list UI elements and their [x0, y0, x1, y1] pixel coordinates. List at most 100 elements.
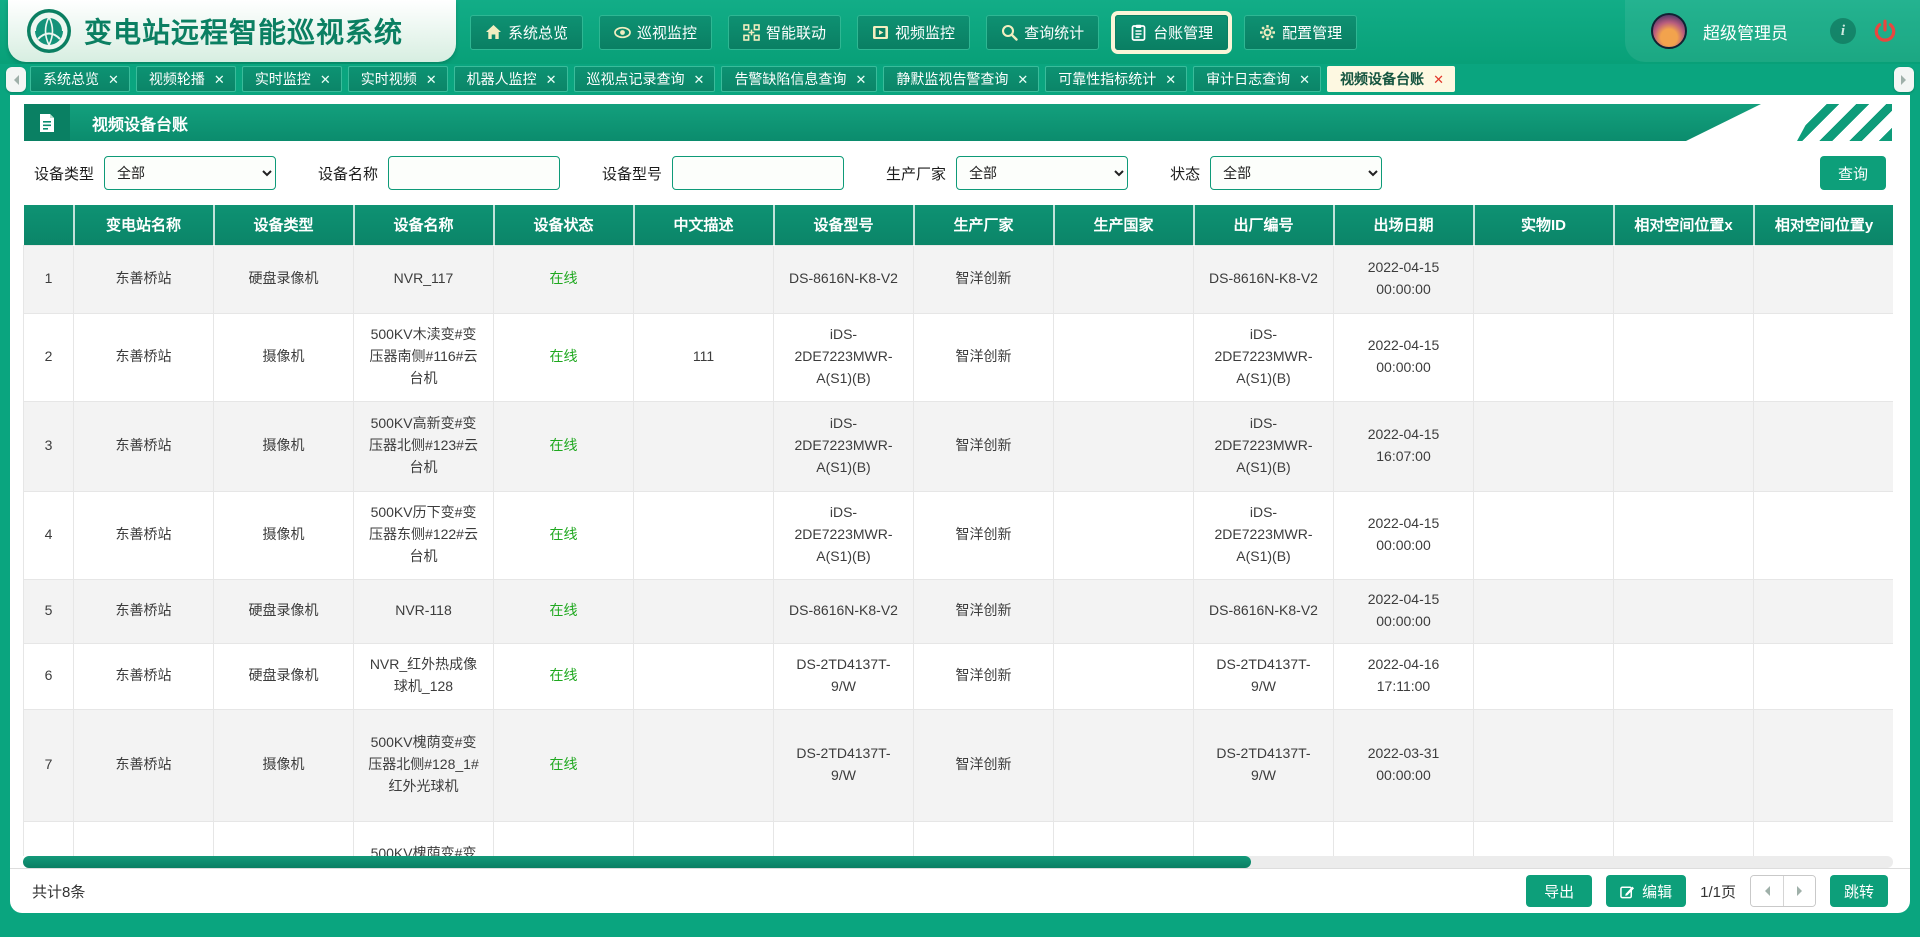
- tab-close-icon[interactable]: ✕: [855, 73, 866, 86]
- cell-x: [1614, 579, 1754, 643]
- col-header: 出厂编号: [1194, 205, 1334, 245]
- tab-label: 巡视点记录查询: [587, 69, 685, 89]
- tab-close-icon[interactable]: ✕: [1165, 73, 1176, 86]
- cell-y: [1754, 821, 1894, 856]
- tab-机器人监控[interactable]: 机器人监控✕: [454, 66, 568, 92]
- cell-y: [1754, 643, 1894, 709]
- table-row[interactable]: 1东善桥站硬盘录像机NVR_117在线DS-8616N-K8-V2智洋创新DS-…: [24, 245, 1894, 313]
- info-icon[interactable]: i: [1830, 18, 1856, 44]
- tab-告警缺陷信息查询[interactable]: 告警缺陷信息查询✕: [721, 66, 877, 92]
- col-header: 出场日期: [1334, 205, 1474, 245]
- device-name-input[interactable]: [388, 156, 560, 190]
- cell-desc: [634, 643, 774, 709]
- cell-date: 2022-04-15 00:00:00: [1334, 245, 1474, 313]
- edit-button[interactable]: 编辑: [1606, 875, 1686, 907]
- cell-model: DS-2TD4137T-9/W: [774, 643, 914, 709]
- tab-系统总览[interactable]: 系统总览✕: [30, 66, 130, 92]
- manufacturer-select[interactable]: 全部: [956, 156, 1128, 190]
- tab-close-icon[interactable]: ✕: [108, 73, 119, 86]
- cell-model: iDS-2DE7223MWR-A(S1)(B): [774, 491, 914, 579]
- cell-y: [1754, 709, 1894, 821]
- cell-serial: DS-2TD4137T-9/W: [1194, 643, 1334, 709]
- tab-视频轮播[interactable]: 视频轮播✕: [136, 66, 236, 92]
- horizontal-scrollbar-thumb[interactable]: [23, 856, 1251, 868]
- device-model-input[interactable]: [672, 156, 844, 190]
- cell-x: [1614, 709, 1754, 821]
- cell-x: [1614, 313, 1754, 401]
- export-button[interactable]: 导出: [1526, 875, 1592, 907]
- user-avatar[interactable]: [1651, 13, 1687, 49]
- cell-name: NVR_117: [354, 245, 494, 313]
- prev-page-icon[interactable]: [1751, 876, 1783, 906]
- cell-date: 2022-04-15 00:00:00: [1334, 313, 1474, 401]
- tab-静默监视告警查询[interactable]: 静默监视告警查询 ✕: [883, 66, 1039, 92]
- tabs-scroll-left-icon[interactable]: [6, 67, 26, 92]
- tab-label: 实时视频: [361, 69, 417, 89]
- tab-巡视点记录查询[interactable]: 巡视点记录查询 ✕: [574, 66, 716, 92]
- nav-查询统计[interactable]: 查询统计: [986, 15, 1099, 50]
- table-row[interactable]: 2东善桥站摄像机500KV木渎变#变压器南侧#116#云台机在线111iDS-2…: [24, 313, 1894, 401]
- logout-power-icon[interactable]: [1872, 18, 1898, 44]
- tab-视频设备台账[interactable]: 视频设备台账✕: [1327, 66, 1455, 92]
- table-row[interactable]: 5东善桥站硬盘录像机NVR-118在线DS-8616N-K8-V2智洋创新DS-…: [24, 579, 1894, 643]
- nav-视频监控[interactable]: 视频监控: [857, 15, 970, 50]
- tab-close-icon[interactable]: ✕: [320, 73, 331, 86]
- tab-审计日志查询[interactable]: 审计日志查询✕: [1193, 66, 1321, 92]
- tab-close-icon[interactable]: ✕: [214, 73, 225, 86]
- cell-country: [1054, 491, 1194, 579]
- table-row[interactable]: 6东善桥站硬盘录像机NVR_红外热成像球机_128在线DS-2TD4137T-9…: [24, 643, 1894, 709]
- manufacturer-label: 生产厂家: [886, 163, 946, 184]
- tab-close-icon[interactable]: ✕: [1433, 73, 1444, 86]
- cell-serial: iDS-2DE7223MWR-A(S1)(B): [1194, 313, 1334, 401]
- table-row[interactable]: 4东善桥站摄像机500KV历下变#变压器东侧#122#云台机在线iDS-2DE7…: [24, 491, 1894, 579]
- cell-pid: [1474, 821, 1614, 856]
- cell-no: 8: [24, 821, 74, 856]
- nav-智能联动[interactable]: 智能联动: [728, 15, 841, 50]
- tab-close-icon[interactable]: ✕: [1017, 73, 1028, 86]
- cell-station: 东善桥站: [74, 643, 214, 709]
- table-row[interactable]: 7东善桥站摄像机500KV槐荫变#变压器北侧#128_1#红外光球机在线DS-2…: [24, 709, 1894, 821]
- tab-bar: 系统总览✕视频轮播✕实时监控✕实时视频✕机器人监控✕巡视点记录查询✕告警缺陷信息…: [0, 64, 1920, 95]
- tab-close-icon[interactable]: ✕: [426, 73, 437, 86]
- nav-配置管理[interactable]: 配置管理: [1244, 15, 1357, 50]
- nav-台账管理[interactable]: 台账管理: [1115, 15, 1228, 50]
- cell-name: 500KV槐荫变#变压器南侧: [354, 821, 494, 856]
- tab-实时视频[interactable]: 实时视频 ✕: [348, 66, 448, 92]
- cell-type: 摄像机: [214, 821, 354, 856]
- device-type-select[interactable]: 全部: [104, 156, 276, 190]
- cell-pid: [1474, 579, 1614, 643]
- nav-label: 巡视监控: [637, 22, 697, 43]
- tab-可靠性指标统计[interactable]: 可靠性指标统计✕: [1045, 66, 1187, 92]
- cell-desc: 111: [634, 313, 774, 401]
- edit-button-label: 编辑: [1642, 881, 1672, 902]
- cell-desc: [634, 245, 774, 313]
- tab-label: 静默监视告警查询: [896, 69, 1008, 89]
- cell-date: 2022-04-15 00:00:00: [1334, 491, 1474, 579]
- next-page-icon[interactable]: [1783, 876, 1815, 906]
- cell-country: [1054, 579, 1194, 643]
- table-row[interactable]: 3东善桥站摄像机500KV高新变#变压器北侧#123#云台机在线iDS-2DE7…: [24, 401, 1894, 491]
- col-header: 生产厂家: [914, 205, 1054, 245]
- cell-x: [1614, 401, 1754, 491]
- nav-label: 视频监控: [895, 22, 955, 43]
- horizontal-scrollbar[interactable]: [23, 856, 1893, 868]
- nav-巡视监控[interactable]: 巡视监控: [599, 15, 712, 50]
- table-row[interactable]: 8东善桥站摄像机500KV槐荫变#变压器南侧在线: [24, 821, 1894, 856]
- query-button[interactable]: 查询: [1820, 156, 1886, 190]
- user-panel: 超级管理员 i: [1625, 0, 1920, 62]
- app-title: 变电站远程智能巡视系统: [84, 11, 403, 51]
- title-bar-decoration: [1686, 104, 1896, 141]
- pager: [1750, 875, 1816, 907]
- cell-serial: DS-8616N-K8-V2: [1194, 245, 1334, 313]
- tab-实时监控[interactable]: 实时监控✕: [242, 66, 342, 92]
- edit-pencil-icon: [1620, 884, 1635, 899]
- status-select[interactable]: 全部: [1210, 156, 1382, 190]
- tab-close-icon[interactable]: ✕: [546, 73, 557, 86]
- jump-button[interactable]: 跳转: [1830, 875, 1888, 907]
- nav-系统总览[interactable]: 系统总览: [470, 15, 583, 50]
- device-name-label: 设备名称: [318, 163, 378, 184]
- tab-close-icon[interactable]: ✕: [1299, 73, 1310, 86]
- tab-close-icon[interactable]: ✕: [694, 73, 705, 86]
- filter-toolbar: 设备类型 全部 设备名称 设备型号 生产厂家 全部 状态 全部 查询: [10, 141, 1910, 205]
- tabs-scroll-right-icon[interactable]: [1894, 67, 1914, 92]
